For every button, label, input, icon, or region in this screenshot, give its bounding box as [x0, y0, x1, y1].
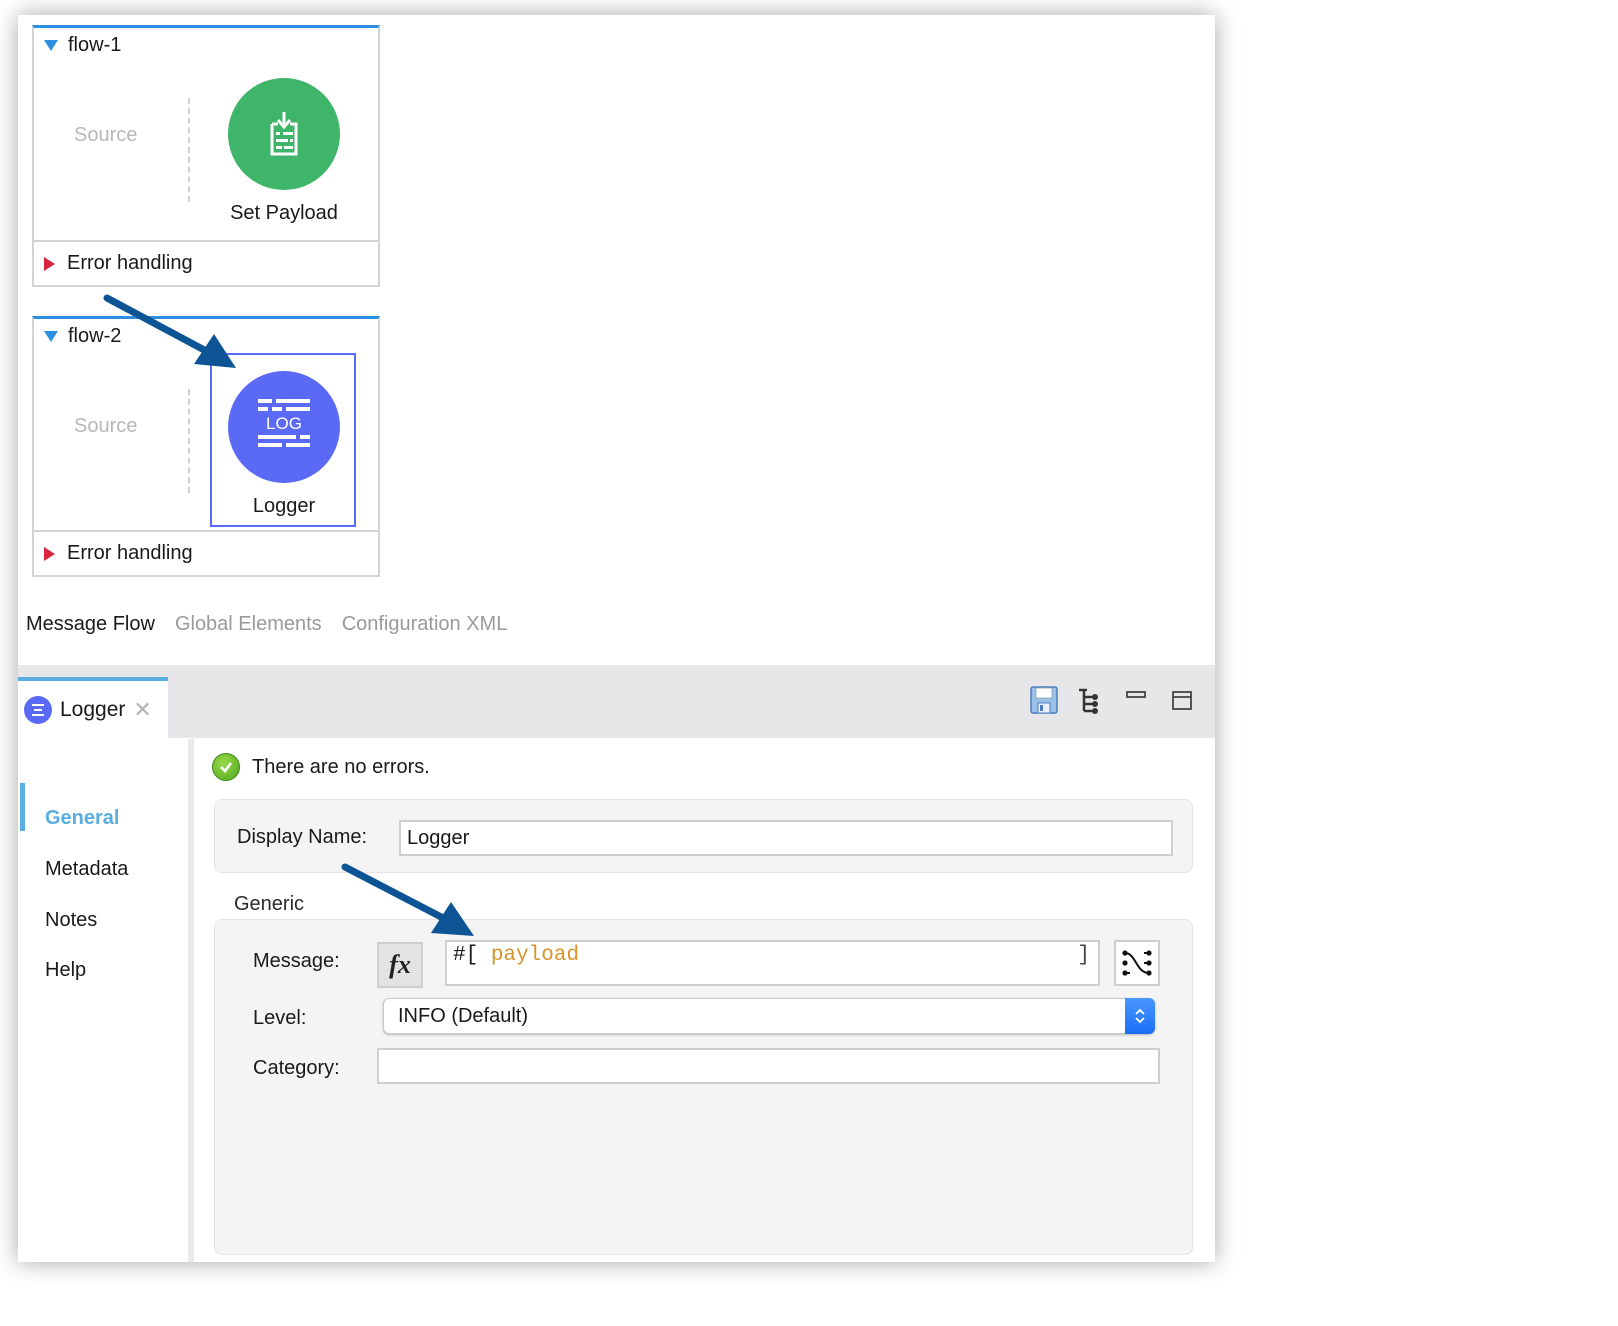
minimize-icon[interactable]: [1121, 685, 1151, 715]
message-expression-input[interactable]: #[ payload ]: [445, 940, 1100, 986]
message-label: Message:: [253, 950, 340, 972]
component-label: Logger: [252, 495, 316, 517]
nav-metadata[interactable]: Metadata: [45, 858, 128, 881]
set-payload-component[interactable]: Set Payload: [214, 78, 354, 225]
source-placeholder[interactable]: Source: [74, 415, 137, 438]
validation-status: There are no errors.: [212, 753, 430, 781]
level-value: INFO (Default): [398, 1004, 529, 1027]
nav-general[interactable]: General: [45, 807, 119, 830]
mapping-icon: [1122, 950, 1152, 976]
display-name-label: Display Name:: [237, 826, 368, 848]
category-label: Category:: [253, 1057, 340, 1079]
properties-content: There are no errors. Display Name: Logge…: [194, 739, 1215, 1262]
tab-configuration-xml[interactable]: Configuration XML: [342, 613, 508, 636]
level-select[interactable]: INFO (Default): [383, 998, 1155, 1034]
collapse-triangle-icon[interactable]: [44, 331, 58, 342]
status-text: There are no errors.: [252, 755, 430, 778]
flow-1-container[interactable]: flow-1 Source Set Payload Error handling: [32, 25, 380, 287]
active-nav-indicator: [20, 783, 25, 831]
component-label: Set Payload: [230, 202, 338, 224]
nav-notes[interactable]: Notes: [45, 909, 97, 932]
display-name-input[interactable]: Logger: [399, 820, 1173, 856]
source-divider: [188, 389, 190, 493]
tree-icon[interactable]: [1075, 685, 1105, 715]
expand-triangle-icon[interactable]: [44, 546, 55, 561]
generic-group: Message: fx #[ payload ] Level: INFO (De…: [214, 919, 1193, 1255]
source-placeholder[interactable]: Source: [74, 124, 137, 147]
save-icon[interactable]: [1029, 685, 1059, 715]
logger-icon[interactable]: LOG: [228, 371, 340, 483]
studio-window: flow-1 Source Set Payload Error handling: [18, 15, 1215, 1262]
source-divider: [188, 98, 190, 202]
expression-prefix: #[: [453, 944, 479, 967]
panel-toolbar: [1029, 685, 1197, 715]
editor-tabs: Message Flow Global Elements Configurati…: [26, 613, 507, 636]
collapse-triangle-icon[interactable]: [44, 40, 58, 51]
expand-triangle-icon[interactable]: [44, 256, 55, 271]
dataweave-mapping-button[interactable]: [1114, 940, 1160, 986]
tab-logger-properties[interactable]: Logger ✕: [18, 677, 168, 739]
flow-2-container[interactable]: flow-2 Source LOG Logger Error handling: [32, 316, 380, 577]
close-icon[interactable]: ✕: [133, 697, 151, 723]
nav-help[interactable]: Help: [45, 959, 86, 982]
display-name-group: Display Name: Logger: [214, 799, 1193, 873]
tab-label: Logger: [60, 698, 126, 721]
logger-small-icon: [24, 696, 52, 724]
flow-name: flow-1: [68, 34, 122, 56]
error-handling-toggle[interactable]: Error handling: [34, 240, 378, 285]
flow-1-header[interactable]: flow-1: [44, 34, 121, 57]
select-stepper-icon[interactable]: [1125, 998, 1155, 1034]
tab-global-elements[interactable]: Global Elements: [175, 613, 322, 636]
properties-side-nav: General Metadata Notes Help: [18, 739, 188, 1262]
maximize-icon[interactable]: [1167, 685, 1197, 715]
flow-name: flow-2: [68, 325, 122, 347]
level-label: Level:: [253, 1007, 307, 1029]
flow-2-header[interactable]: flow-2: [44, 325, 121, 348]
log-text: LOG: [266, 414, 302, 433]
set-payload-icon[interactable]: [228, 78, 340, 190]
error-handling-label: Error handling: [67, 542, 193, 564]
check-circle-icon: [212, 753, 240, 781]
expression-suffix: ]: [1077, 944, 1090, 967]
expression-keyword: payload: [490, 944, 580, 967]
error-handling-label: Error handling: [67, 252, 193, 274]
generic-section-title: Generic: [234, 893, 305, 915]
error-handling-toggle[interactable]: Error handling: [34, 530, 378, 575]
fx-toggle-button[interactable]: fx: [377, 942, 423, 988]
category-input[interactable]: [377, 1048, 1160, 1084]
logger-component[interactable]: LOG Logger: [214, 371, 354, 518]
tab-message-flow[interactable]: Message Flow: [26, 613, 155, 636]
